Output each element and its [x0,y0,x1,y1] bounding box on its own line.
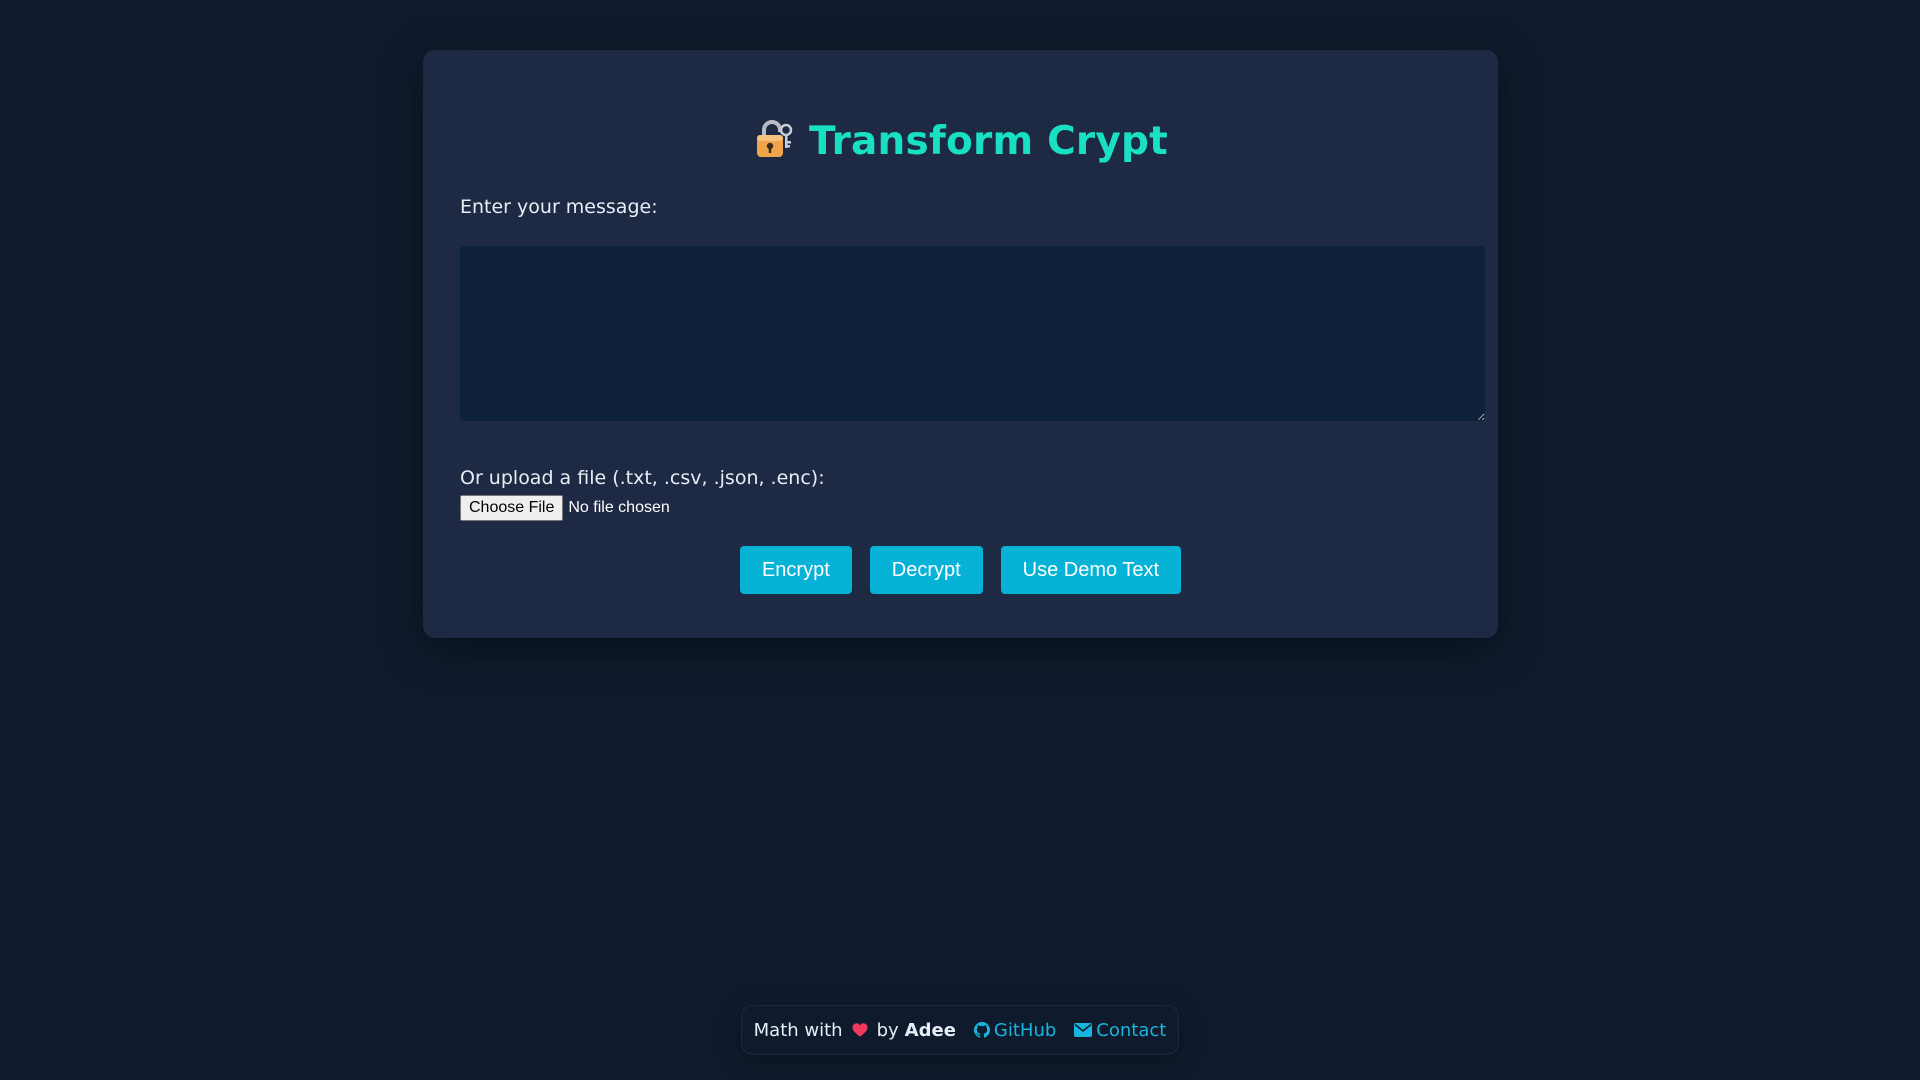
file-input[interactable]: Choose File No file chosen [460,495,670,521]
file-status-text: No file chosen [568,499,670,516]
footer-author: Adee [904,1019,956,1041]
footer: Math with by Adee GitHub Contact [741,1005,1179,1055]
choose-file-button[interactable]: Choose File [460,495,564,521]
page-title: Transform Crypt [423,118,1498,164]
use-demo-text-button[interactable]: Use Demo Text [1000,546,1182,594]
contact-link[interactable]: Contact [1074,1020,1166,1041]
message-input[interactable] [460,246,1485,421]
footer-prefix: Math with [753,1019,843,1041]
decrypt-button[interactable]: Decrypt [869,546,983,594]
github-link[interactable]: GitHub [973,1019,1057,1041]
encrypt-button[interactable]: Encrypt [739,546,852,594]
app-title-text: Transform Crypt [809,119,1168,164]
contact-link-label: Contact [1096,1019,1167,1041]
github-link-label: GitHub [993,1019,1057,1041]
message-label: Enter your message: [460,196,658,218]
action-buttons: Encrypt Decrypt Use Demo Text [423,546,1498,594]
footer-by: by [876,1019,899,1041]
file-upload-label: Or upload a file (.txt, .csv, .json, .en… [460,467,825,489]
heart-icon [851,1021,869,1039]
envelope-icon [1074,1023,1093,1037]
github-icon [973,1022,990,1038]
crypt-card: Transform Crypt Enter your message: Or u… [423,50,1498,638]
lock-with-key-icon [753,118,795,160]
